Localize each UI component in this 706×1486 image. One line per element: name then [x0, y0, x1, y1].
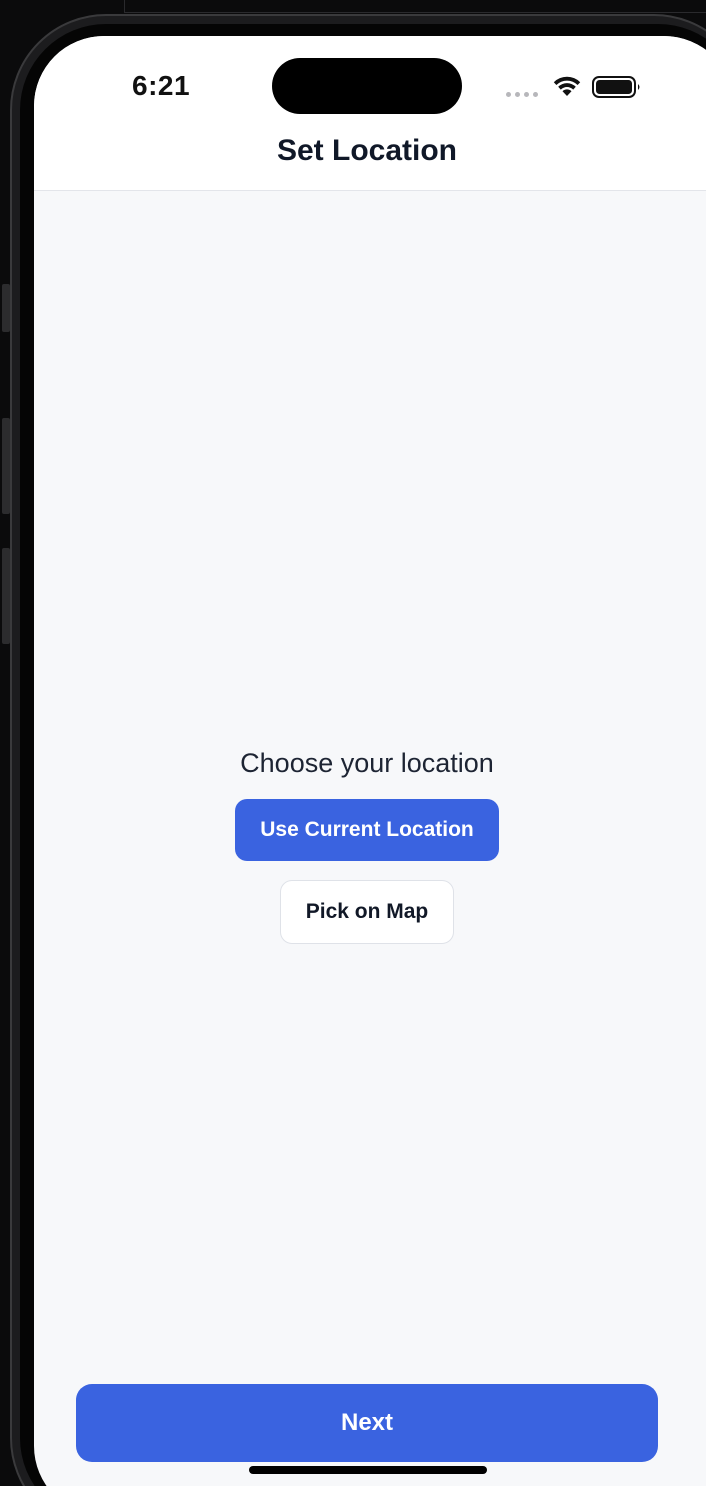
signal-dots-icon	[506, 92, 538, 97]
location-content: Choose your location Use Current Locatio…	[34, 190, 700, 1390]
location-prompt: Choose your location	[240, 748, 494, 778]
status-bar-time: 6:21	[132, 70, 191, 101]
pick-on-map-button[interactable]: Pick on Map	[280, 880, 454, 944]
wifi-icon	[553, 76, 581, 96]
volume-down-button	[2, 548, 10, 644]
next-button[interactable]: Next	[76, 1384, 658, 1462]
battery-icon	[592, 76, 640, 98]
home-indicator[interactable]	[249, 1466, 487, 1474]
background-window-edge	[124, 0, 706, 13]
dynamic-island	[272, 58, 462, 114]
phone-screen: 6:21 Set Location Choose your location U…	[34, 36, 706, 1486]
page-title: Set Location	[276, 134, 457, 167]
use-current-location-button[interactable]: Use Current Location	[235, 799, 499, 861]
action-button	[2, 284, 10, 332]
navigation-header: 6:21 Set Location	[34, 36, 706, 191]
volume-up-button	[2, 418, 10, 514]
device-stage: 6:21 Set Location Choose your location U…	[0, 0, 706, 1486]
